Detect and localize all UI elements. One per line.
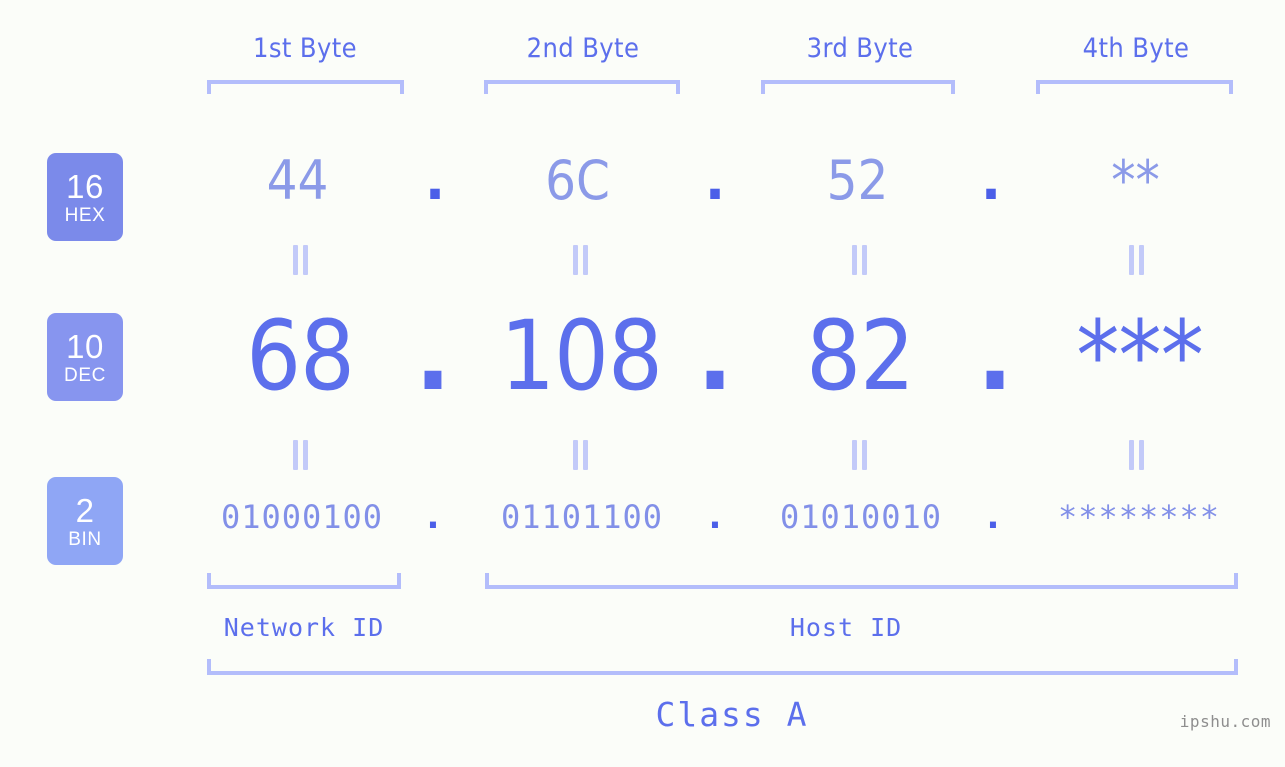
host-id-bracket [485,573,1238,589]
radix-badge-bin-number: 2 [75,491,95,529]
byte-bracket-top-4 [1036,80,1233,94]
radix-badge-dec-number: 10 [66,327,104,365]
radix-badge-hex: 16 HEX [47,153,123,241]
dec-byte-3: 82 [806,300,915,412]
host-id-label: Host ID [789,613,903,642]
dec-separator-3: . [976,300,1014,412]
network-id-label: Network ID [223,613,385,642]
radix-badge-bin: 2 BIN [47,477,123,565]
equality-mark-dec-bin-3 [848,440,870,470]
byte-header-label-2: 2nd Byte [526,33,640,64]
bin-byte-1: 01000100 [220,498,384,536]
hex-byte-1: 44 [266,149,329,212]
equality-mark-hex-dec-4 [1125,245,1147,275]
byte-bracket-top-1 [207,80,404,94]
dec-byte-2: 108 [500,300,663,412]
ip-byte-breakdown-diagram: 1st Byte 2nd Byte 3rd Byte 4th Byte 16 H… [0,0,1285,767]
network-id-bracket [207,573,401,589]
class-bracket [207,659,1238,675]
class-label: Class A [655,695,809,734]
dec-byte-1: 68 [246,300,355,412]
equality-mark-hex-dec-3 [848,245,870,275]
bin-byte-3: 01010010 [779,498,943,536]
hex-separator-3: . [980,149,1002,212]
hex-byte-2: 6C [545,149,610,212]
bin-separator-1: . [426,497,440,537]
bin-byte-4: ******** [1057,498,1221,536]
byte-header-label-4: 4th Byte [1082,33,1190,64]
equality-mark-hex-dec-1 [289,245,311,275]
radix-badge-hex-unit: HEX [64,204,106,226]
equality-mark-dec-bin-4 [1125,440,1147,470]
radix-badge-hex-number: 16 [66,167,104,205]
bin-byte-2: 01101100 [500,498,664,536]
hex-separator-2: . [704,149,726,212]
byte-header-label-3: 3rd Byte [806,33,914,64]
byte-header-label-1: 1st Byte [252,33,358,64]
dec-separator-2: . [696,300,734,412]
equality-mark-dec-bin-1 [289,440,311,470]
hex-separator-1: . [424,149,446,212]
radix-badge-dec-unit: DEC [64,364,106,386]
site-watermark: ipshu.com [1179,712,1271,731]
byte-bracket-top-2 [484,80,680,94]
radix-badge-dec: 10 DEC [47,313,123,401]
equality-mark-hex-dec-2 [569,245,591,275]
dec-separator-1: . [414,300,452,412]
equality-mark-dec-bin-2 [569,440,591,470]
hex-byte-3: 52 [826,149,889,212]
bin-separator-3: . [986,497,1000,537]
bin-separator-2: . [708,497,722,537]
hex-byte-4: ** [1111,149,1160,212]
byte-bracket-top-3 [761,80,955,94]
dec-byte-4: *** [1076,300,1204,412]
radix-badge-bin-unit: BIN [68,528,102,550]
